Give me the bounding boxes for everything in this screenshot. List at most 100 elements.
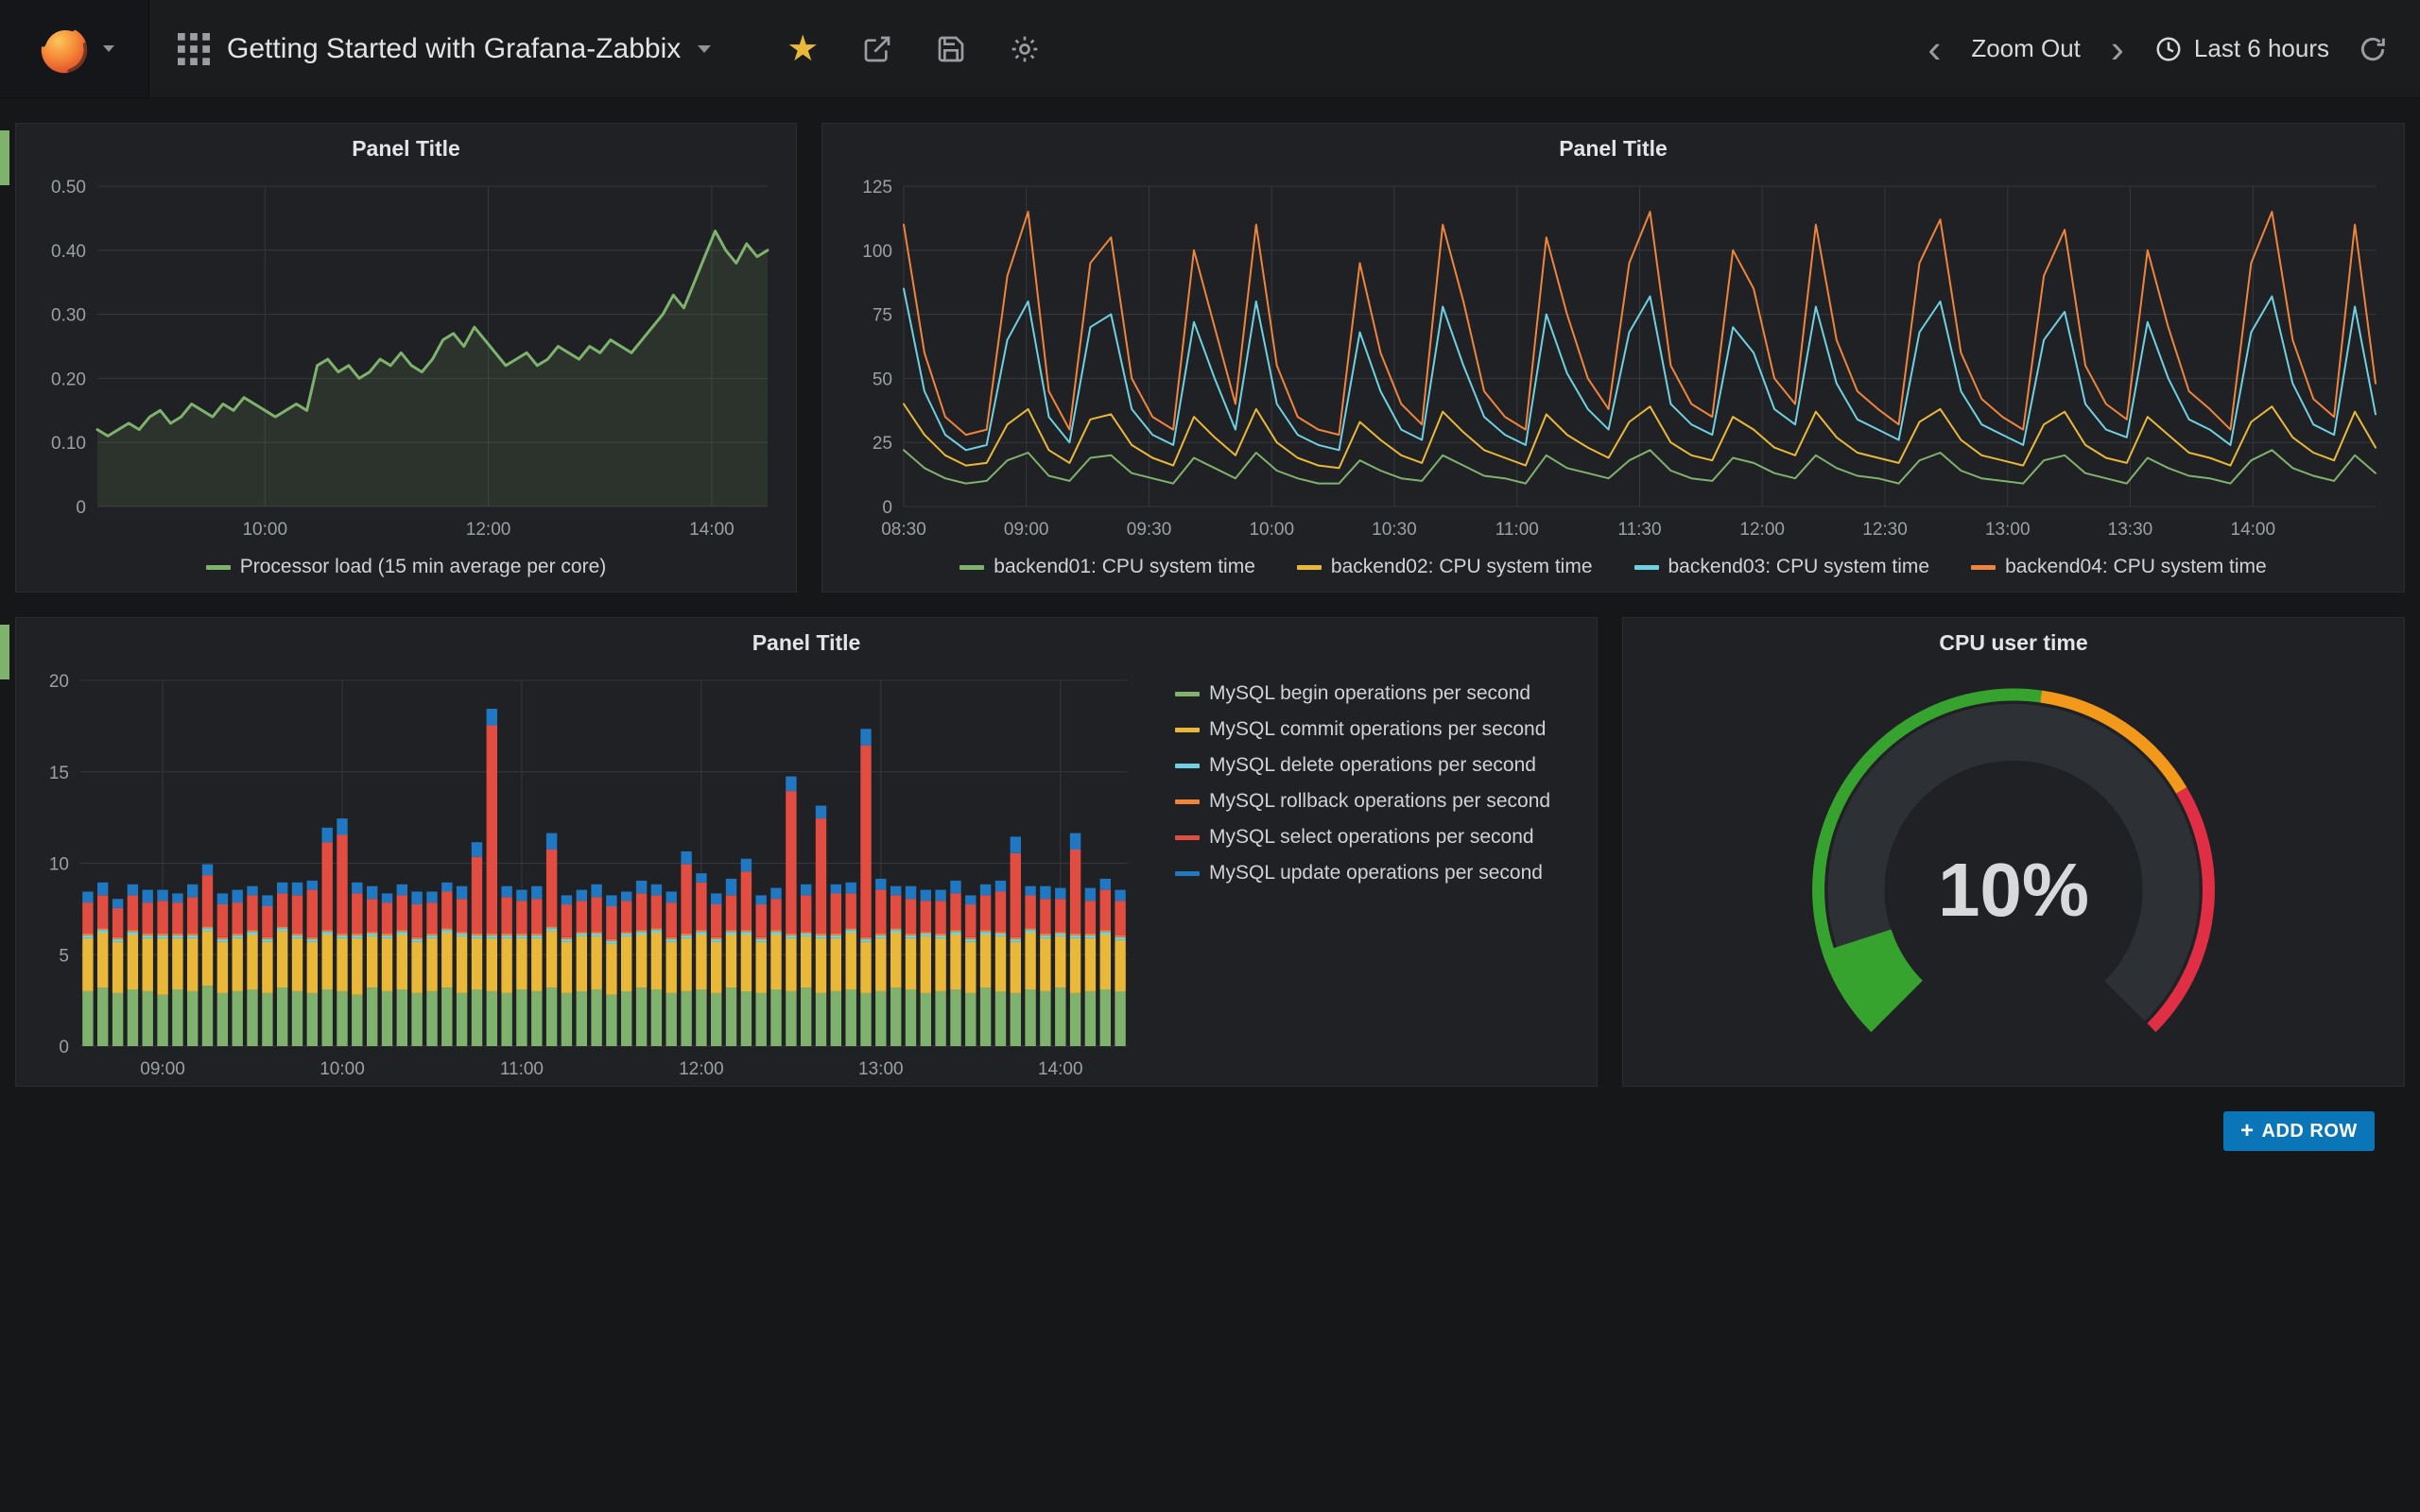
legend-item[interactable]: Processor load (15 min average per core) <box>206 556 607 578</box>
row-collapse-handle[interactable] <box>0 625 9 679</box>
legend-item[interactable]: backend01: CPU system time <box>959 556 1255 578</box>
star-button[interactable]: ★ <box>786 31 819 67</box>
time-range-label: Last 6 hours <box>2194 34 2329 63</box>
caret-down-icon <box>103 45 114 52</box>
legend-color-chip <box>1175 835 1200 840</box>
panel-cpu-system-time: Panel Title 025507510012508:3009:0009:30… <box>821 123 2405 593</box>
caret-down-icon <box>698 45 711 53</box>
svg-text:09:30: 09:30 <box>1127 520 1172 540</box>
legend-label: Processor load (15 min average per core) <box>240 556 607 578</box>
save-icon <box>936 34 966 64</box>
panel-title[interactable]: Panel Title <box>16 124 796 173</box>
legend-label: MySQL delete operations per second <box>1209 754 1536 777</box>
svg-text:10:30: 10:30 <box>1372 520 1417 540</box>
svg-text:13:00: 13:00 <box>858 1059 904 1079</box>
svg-text:12:00: 12:00 <box>679 1059 724 1079</box>
svg-text:13:30: 13:30 <box>2108 520 2153 540</box>
chart-legend: MySQL begin operations per second MySQL c… <box>1143 667 1587 1084</box>
svg-text:13:00: 13:00 <box>1985 520 2031 540</box>
svg-text:20: 20 <box>49 672 69 692</box>
save-button[interactable] <box>936 34 966 64</box>
row-collapse-handle[interactable] <box>0 130 9 185</box>
svg-text:12:30: 12:30 <box>1862 520 1908 540</box>
share-icon <box>862 34 892 64</box>
time-controls: ‹ Zoom Out › Last 6 hours <box>1926 29 2420 69</box>
legend-item[interactable]: MySQL update operations per second <box>1175 862 1543 885</box>
legend-label: backend03: CPU system time <box>1668 556 1930 578</box>
plus-icon: + <box>2240 1120 2255 1143</box>
svg-text:12:00: 12:00 <box>1739 520 1785 540</box>
legend-color-chip <box>1175 871 1200 876</box>
legend-item[interactable]: MySQL begin operations per second <box>1175 682 1530 705</box>
panel-title[interactable]: Panel Title <box>822 124 2404 173</box>
legend-label: backend04: CPU system time <box>2005 556 2267 578</box>
svg-text:10:00: 10:00 <box>320 1059 365 1079</box>
svg-text:11:00: 11:00 <box>1495 520 1539 540</box>
svg-text:50: 50 <box>873 369 892 389</box>
processor-load-chart[interactable]: 00.100.200.300.400.5010:0012:0014:00 <box>26 173 786 544</box>
share-button[interactable] <box>862 34 892 64</box>
mysql-operations-chart[interactable]: 0510152009:0010:0011:0012:0013:0014:00 <box>26 667 1143 1084</box>
legend-label: MySQL rollback operations per second <box>1209 790 1550 813</box>
settings-button[interactable] <box>1010 34 1040 64</box>
refresh-button[interactable] <box>2358 34 2388 64</box>
legend-item[interactable]: backend03: CPU system time <box>1634 556 1930 578</box>
legend-item[interactable]: backend04: CPU system time <box>1971 556 2267 578</box>
svg-text:14:00: 14:00 <box>1038 1059 1083 1079</box>
svg-text:0.20: 0.20 <box>51 369 86 389</box>
svg-text:15: 15 <box>49 764 69 783</box>
cpu-user-time-gauge: 10% <box>1633 667 2394 1084</box>
svg-text:25: 25 <box>873 434 892 454</box>
grafana-dashboard: Getting Started with Grafana-Zabbix ★ <box>0 0 2420 1512</box>
grafana-main-menu[interactable] <box>0 0 149 97</box>
zoom-out-button[interactable]: Zoom Out <box>1971 34 2081 63</box>
dashboard-picker[interactable]: Getting Started with Grafana-Zabbix <box>149 0 739 97</box>
svg-text:09:00: 09:00 <box>140 1059 185 1079</box>
svg-text:11:00: 11:00 <box>500 1059 544 1079</box>
svg-text:09:00: 09:00 <box>1004 520 1049 540</box>
time-shift-forward-button[interactable]: › <box>2109 29 2126 69</box>
chart-legend: backend01: CPU system time backend02: CPU… <box>832 544 2394 590</box>
legend-item[interactable]: backend02: CPU system time <box>1297 556 1593 578</box>
time-shift-back-button[interactable]: ‹ <box>1926 29 1943 69</box>
time-range-picker[interactable]: Last 6 hours <box>2154 34 2329 63</box>
navbar: Getting Started with Grafana-Zabbix ★ <box>0 0 2420 98</box>
svg-text:14:00: 14:00 <box>2231 520 2276 540</box>
legend-color-chip <box>1634 565 1659 570</box>
clock-icon <box>2154 35 2183 63</box>
legend-color-chip <box>1971 565 1996 570</box>
cpu-system-time-chart[interactable]: 025507510012508:3009:0009:3010:0010:3011… <box>832 173 2394 544</box>
panel-processor-load: Panel Title 00.100.200.300.400.5010:0012… <box>15 123 797 593</box>
svg-text:0: 0 <box>76 498 86 518</box>
legend-color-chip <box>1297 565 1322 570</box>
legend-label: MySQL update operations per second <box>1209 862 1543 885</box>
add-row-button[interactable]: + ADD ROW <box>2223 1111 2375 1151</box>
legend-label: MySQL commit operations per second <box>1209 718 1546 741</box>
legend-label: MySQL begin operations per second <box>1209 682 1530 705</box>
legend-color-chip <box>959 565 984 570</box>
legend-color-chip <box>1175 692 1200 696</box>
legend-color-chip <box>206 565 231 570</box>
svg-text:75: 75 <box>873 306 892 326</box>
svg-text:12:00: 12:00 <box>466 520 511 540</box>
svg-text:0.40: 0.40 <box>51 242 86 262</box>
svg-text:0: 0 <box>882 498 892 518</box>
legend-item[interactable]: MySQL rollback operations per second <box>1175 790 1550 813</box>
panel-mysql-operations: Panel Title 0510152009:0010:0011:0012:00… <box>15 617 1598 1087</box>
svg-text:0.50: 0.50 <box>51 178 86 198</box>
add-row-label: ADD ROW <box>2262 1121 2358 1143</box>
panel-title[interactable]: CPU user time <box>1623 618 2404 667</box>
svg-text:14:00: 14:00 <box>689 520 735 540</box>
legend-item[interactable]: MySQL commit operations per second <box>1175 718 1546 741</box>
dashboard-title: Getting Started with Grafana-Zabbix <box>227 33 681 65</box>
grafana-logo-icon <box>35 20 94 78</box>
svg-text:10:00: 10:00 <box>1249 520 1294 540</box>
legend-item[interactable]: MySQL select operations per second <box>1175 826 1534 849</box>
panel-cpu-user-time: CPU user time 10% <box>1622 617 2405 1087</box>
panel-title[interactable]: Panel Title <box>16 618 1597 667</box>
gear-icon <box>1010 34 1040 64</box>
legend-label: backend02: CPU system time <box>1331 556 1593 578</box>
chart-legend: Processor load (15 min average per core) <box>26 544 786 590</box>
legend-item[interactable]: MySQL delete operations per second <box>1175 754 1536 777</box>
svg-text:0.10: 0.10 <box>51 434 86 454</box>
